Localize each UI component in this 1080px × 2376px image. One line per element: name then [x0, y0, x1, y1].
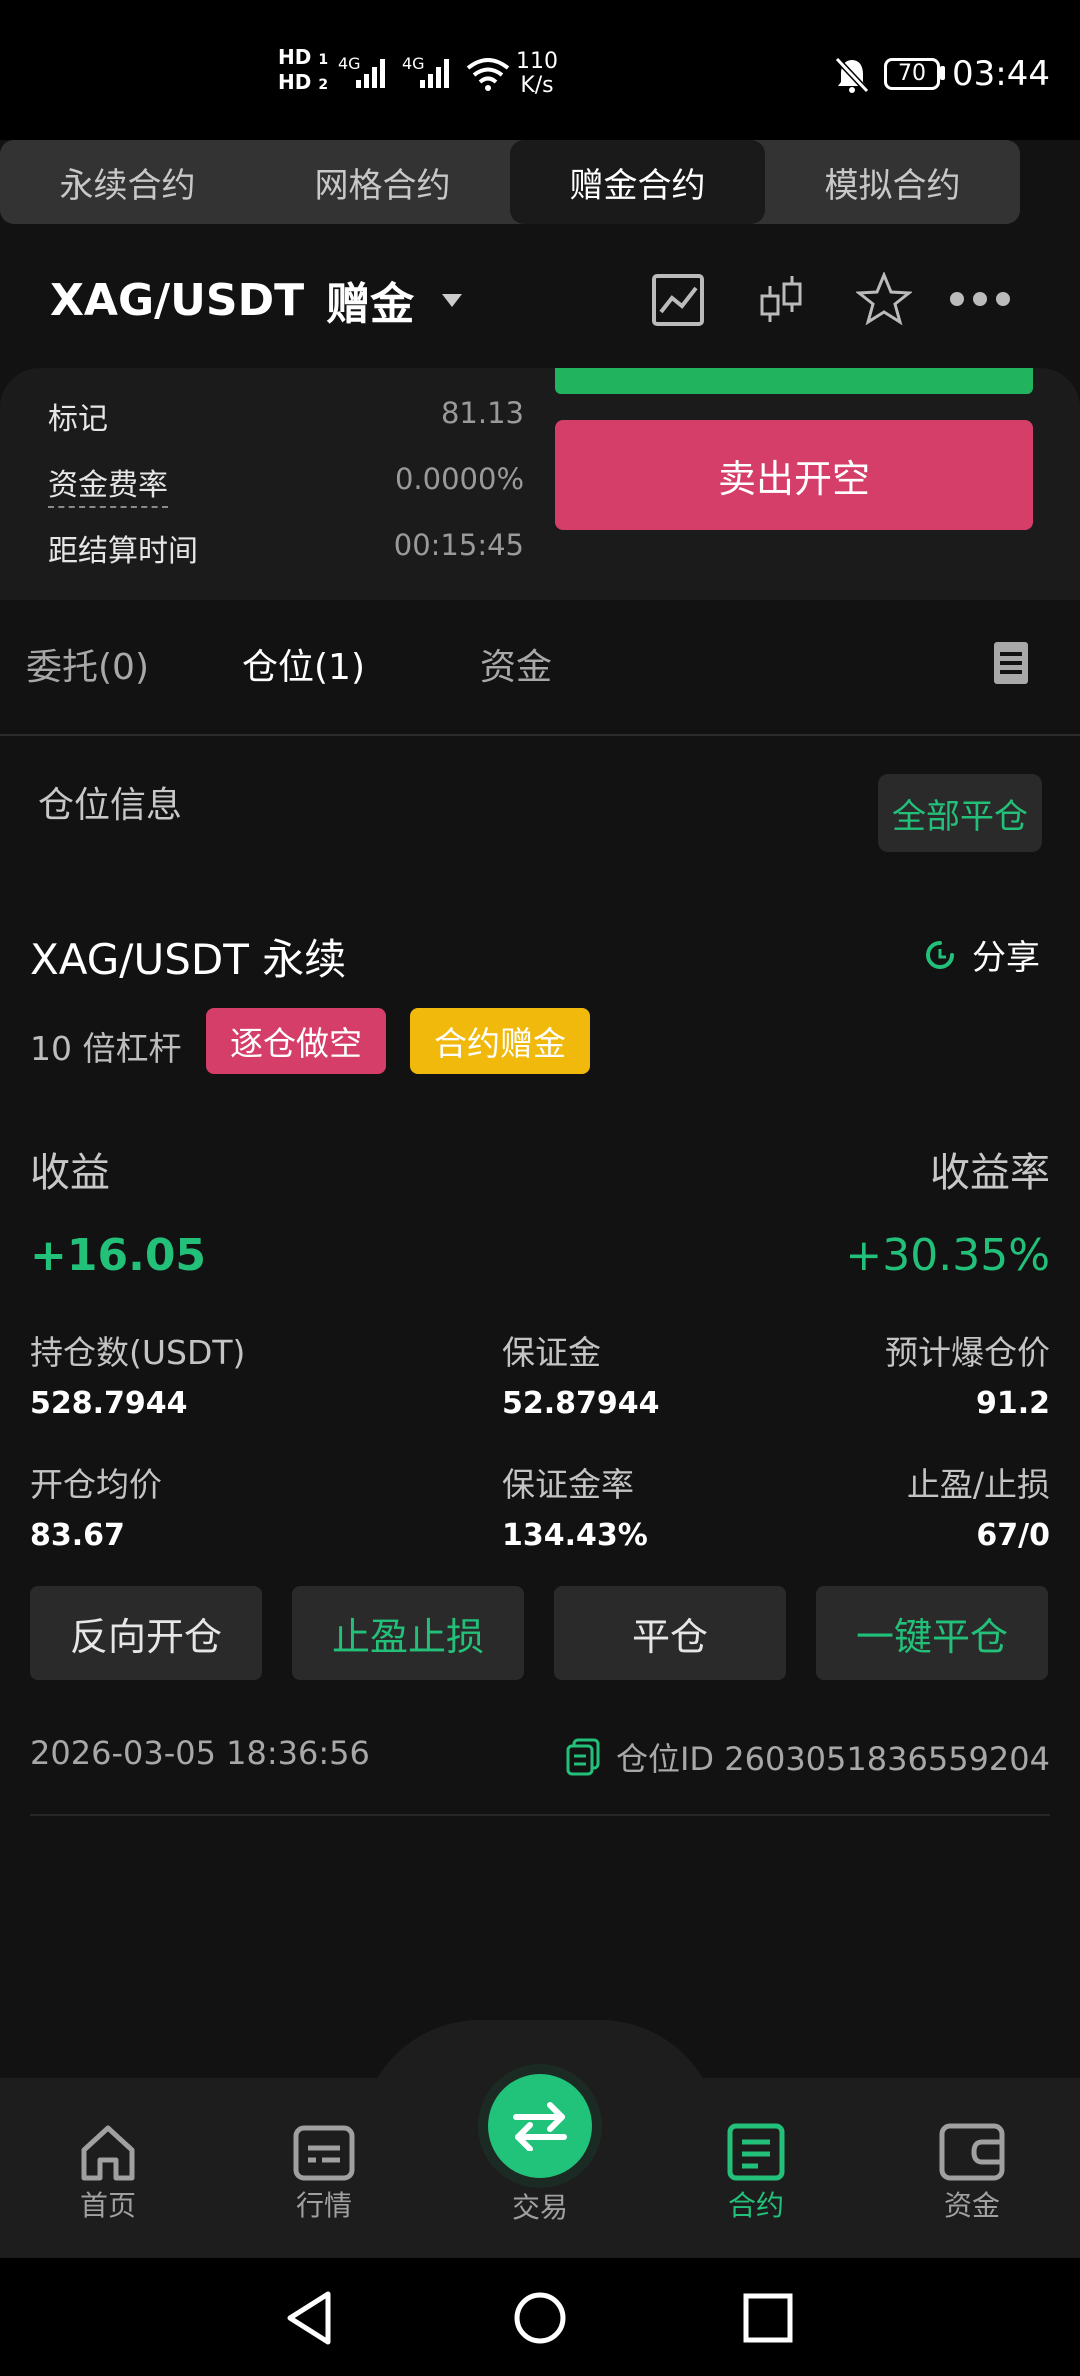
buy-long-button[interactable] — [555, 368, 1033, 394]
position-id-text: 仓位ID 2603051836559204 — [615, 1740, 1050, 1778]
tab-funds[interactable]: 资金 — [480, 638, 552, 690]
share-label: 分享 — [972, 938, 1040, 978]
settlement-time-value: 00:15:45 — [393, 528, 524, 562]
card-divider — [30, 1814, 1050, 1816]
swap-icon — [513, 2102, 567, 2151]
one-click-close-button[interactable]: 一键平仓 — [816, 1586, 1048, 1680]
signal-icon — [356, 59, 385, 88]
home-icon — [81, 2125, 135, 2181]
nav-futures-label: 合约 — [727, 2189, 784, 2222]
sim-indicator: HD 1 HD 2 — [278, 46, 328, 96]
pnl-label: 收益 — [30, 1150, 110, 1196]
nav-market-label: 行情 — [295, 2189, 352, 2222]
tabs-divider — [0, 734, 1080, 736]
trade-button[interactable] — [488, 2074, 592, 2178]
battery-level: 70 — [898, 61, 926, 86]
caret-down-icon — [442, 293, 463, 307]
position-info-title: 仓位信息 — [38, 785, 183, 826]
tab-bonus[interactable]: 赠金合约 — [510, 140, 765, 224]
mark-label: 标记 — [48, 402, 108, 437]
tpsl-label: 止盈/止损 — [906, 1465, 1050, 1504]
signal2-icon — [420, 59, 449, 88]
position-size-label: 持仓数(USDT) — [30, 1333, 246, 1372]
nav-trade[interactable]: 交易 — [470, 2186, 610, 2226]
net-speed: 110 K/s — [516, 50, 558, 98]
wallet-icon — [939, 2123, 1005, 2181]
net-speed-unit: K/s — [520, 73, 554, 98]
tpsl-value: 67/0 — [976, 1518, 1050, 1553]
contract-type-tabs: 永续合约 网格合约 赠金合约 模拟合约 — [0, 140, 1020, 224]
tab-positions[interactable]: 仓位(1) — [242, 638, 365, 690]
back-icon[interactable] — [284, 2290, 336, 2346]
more-icon[interactable] — [948, 290, 1012, 308]
hd2-sub: 2 — [318, 77, 329, 93]
margin-value: 52.87944 — [502, 1386, 660, 1421]
tab-grid[interactable]: 网格合约 — [255, 140, 510, 224]
document-list-icon[interactable] — [992, 640, 1030, 686]
tab-demo[interactable]: 模拟合约 — [765, 140, 1020, 224]
tab-orders[interactable]: 委托(0) — [26, 638, 149, 690]
position-pair: XAG/USDT 永续 — [30, 935, 347, 984]
hd1-label: HD — [278, 45, 312, 69]
pnl-value: +16.05 — [30, 1230, 207, 1281]
recents-icon[interactable] — [742, 2292, 794, 2344]
home-circle-icon[interactable] — [512, 2290, 568, 2346]
symbol-mode: 赠金 — [326, 279, 415, 330]
entry-price-label: 开仓均价 — [30, 1465, 162, 1504]
bonus-badge: 合约赠金 — [410, 1008, 590, 1074]
battery-tip — [940, 66, 945, 80]
nav-market[interactable]: 行情 — [254, 2120, 394, 2224]
settlement-time-label: 距结算时间 — [48, 534, 198, 569]
mark-value: 81.13 — [440, 396, 524, 430]
clock: 03:44 — [952, 54, 1050, 94]
contract-icon — [727, 2123, 785, 2181]
pnl-rate-value: +30.35% — [845, 1230, 1050, 1281]
symbol-selector[interactable]: XAG/USDT 赠金 — [50, 268, 463, 332]
funding-rate-value: 0.0000% — [394, 462, 524, 496]
wifi-icon — [466, 58, 510, 91]
pnl-rate-label: 收益率 — [930, 1150, 1050, 1196]
nav-home-label: 首页 — [79, 2189, 136, 2222]
nav-futures[interactable]: 合约 — [686, 2120, 826, 2224]
status-bar: HD 1 HD 2 4G 4G 110 K/s 70 03:44 — [0, 0, 1080, 140]
leverage-label: 10 倍杠杆 — [30, 1029, 182, 1068]
copy-icon — [566, 1738, 600, 1776]
chart-line-icon[interactable] — [652, 274, 704, 326]
margin-label: 保证金 — [502, 1333, 601, 1372]
margin-ratio-label: 保证金率 — [502, 1465, 634, 1504]
tpsl-button[interactable]: 止盈止损 — [292, 1586, 524, 1680]
nav-home[interactable]: 首页 — [38, 2120, 178, 2224]
symbol-name: XAG/USDT — [50, 274, 305, 326]
bell-off-icon — [834, 56, 870, 94]
nav-assets-label: 资金 — [943, 2189, 1000, 2222]
nav-trade-label: 交易 — [511, 2191, 568, 2224]
liquidation-price-value: 91.2 — [975, 1386, 1050, 1421]
isolated-short-badge: 逐仓做空 — [206, 1008, 386, 1074]
hd1-sub: 1 — [318, 52, 329, 68]
candlestick-icon[interactable] — [758, 272, 804, 328]
net-speed-value: 110 — [516, 49, 558, 74]
position-size-value: 528.7944 — [30, 1386, 188, 1421]
position-id[interactable]: 仓位ID 2603051836559204 — [566, 1734, 1050, 1780]
hd2-label: HD — [278, 70, 312, 94]
star-icon[interactable] — [856, 272, 912, 326]
liquidation-price-label: 预计爆仓价 — [885, 1333, 1050, 1372]
market-icon — [293, 2125, 355, 2181]
funding-rate-label[interactable]: 资金费率 — [48, 460, 168, 508]
entry-price-value: 83.67 — [30, 1518, 125, 1553]
sell-short-button[interactable]: 卖出开空 — [555, 420, 1033, 530]
reverse-open-button[interactable]: 反向开仓 — [30, 1586, 262, 1680]
share-icon — [926, 940, 954, 969]
share-button[interactable]: 分享 — [922, 930, 1040, 979]
tab-perpetual[interactable]: 永续合约 — [0, 140, 255, 224]
position-timestamp: 2026-03-05 18:36:56 — [30, 1734, 370, 1772]
close-position-button[interactable]: 平仓 — [554, 1586, 786, 1680]
nav-assets[interactable]: 资金 — [902, 2120, 1042, 2224]
battery-icon: 70 — [884, 58, 940, 90]
close-all-button[interactable]: 全部平仓 — [878, 774, 1042, 852]
margin-ratio-value: 134.43% — [502, 1518, 648, 1553]
